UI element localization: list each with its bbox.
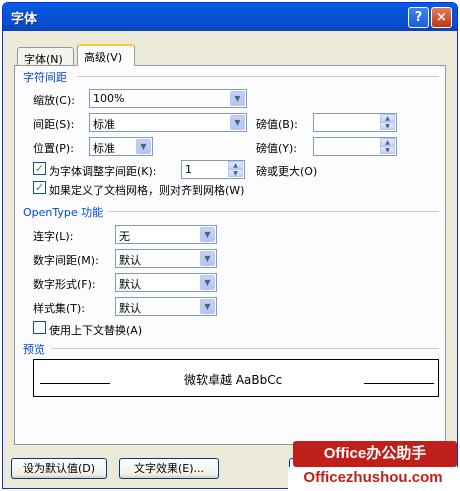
ligatures-label: 连字(L):: [33, 230, 74, 243]
kerning-spinner[interactable]: 1 ▲ ▼: [181, 160, 245, 179]
position-value: 标准: [93, 142, 115, 155]
contextual-label: 使用上下文替换(A): [49, 324, 143, 337]
preview-baseline-left: [40, 383, 110, 384]
kerning-checkbox[interactable]: ✓: [33, 162, 46, 175]
title-bar: 字体 ? ×: [3, 3, 457, 31]
spacing-label: 间距(S):: [33, 118, 75, 131]
num-forms-value: 默认: [119, 278, 141, 291]
num-spacing-dropdown[interactable]: 默认 ▼: [115, 249, 217, 268]
grid-label: 如果定义了文档网格，则对齐到网格(W): [49, 184, 245, 197]
text-effects-button[interactable]: 文字效果(E)...: [119, 458, 219, 479]
ligatures-dropdown[interactable]: 无 ▼: [115, 225, 217, 244]
font-dialog: 字体 ? × 字体(N) 高级(V) 字符间距 缩放(C): 100% ▼ 间距…: [2, 2, 458, 489]
position-pt-spinner[interactable]: ▲ ▼: [313, 137, 397, 156]
preview-heading: 预览: [23, 343, 45, 356]
close-button[interactable]: ×: [431, 7, 452, 28]
set-default-button[interactable]: 设为默认值(D): [11, 458, 107, 479]
spin-up-icon[interactable]: ▲: [228, 161, 243, 169]
chevron-down-icon[interactable]: ▼: [200, 299, 215, 314]
opentype-heading: OpenType 功能: [23, 206, 104, 219]
num-forms-dropdown[interactable]: 默认 ▼: [115, 273, 217, 292]
spin-up-icon[interactable]: ▲: [380, 138, 395, 146]
tab-font[interactable]: 字体(N): [17, 47, 74, 66]
position-pt-label: 磅值(Y):: [256, 142, 298, 155]
char-spacing-heading: 字符间距: [23, 71, 67, 84]
scale-value: 100%: [93, 92, 125, 105]
chevron-down-icon[interactable]: ▼: [230, 115, 245, 130]
contextual-checkbox[interactable]: [33, 321, 46, 334]
dialog-title: 字体: [11, 12, 38, 27]
scale-dropdown[interactable]: 100% ▼: [89, 89, 247, 108]
ligatures-value: 无: [119, 230, 130, 243]
spin-down-icon[interactable]: ▼: [380, 146, 395, 154]
spin-down-icon[interactable]: ▼: [228, 169, 243, 177]
preview-box: 微软卓越 AaBbCc: [33, 359, 439, 397]
kerning-label: 为字体调整字间距(K):: [49, 165, 157, 178]
stylistic-value: 默认: [119, 302, 141, 315]
num-spacing-value: 默认: [119, 254, 141, 267]
chevron-down-icon[interactable]: ▼: [136, 139, 151, 154]
divider: [51, 348, 439, 349]
scale-label: 缩放(C):: [33, 94, 75, 107]
divider: [107, 211, 439, 212]
position-dropdown[interactable]: 标准 ▼: [89, 137, 153, 156]
kerning-value: 1: [185, 163, 192, 176]
spacing-pt-spinner[interactable]: ▲ ▼: [313, 113, 397, 132]
stylistic-label: 样式集(T):: [33, 302, 86, 315]
watermark-site: Officezhushou.com: [288, 467, 458, 489]
position-label: 位置(P):: [33, 142, 74, 155]
spin-up-icon[interactable]: ▲: [380, 114, 395, 122]
chevron-down-icon[interactable]: ▼: [230, 91, 245, 106]
watermark-brand: Office办公助手: [293, 441, 457, 467]
num-forms-label: 数字形式(F):: [33, 278, 96, 291]
divider: [77, 76, 439, 77]
preview-baseline-right: [364, 383, 434, 384]
spin-down-icon[interactable]: ▼: [380, 122, 395, 130]
help-button[interactable]: ?: [408, 7, 429, 28]
tab-advanced[interactable]: 高级(V): [77, 44, 135, 66]
preview-text: 微软卓越 AaBbCc: [184, 373, 283, 387]
spacing-value: 标准: [93, 118, 115, 131]
spacing-pt-label: 磅值(B):: [256, 118, 298, 131]
spacing-dropdown[interactable]: 标准 ▼: [89, 113, 247, 132]
chevron-down-icon[interactable]: ▼: [200, 275, 215, 290]
kerning-suffix: 磅或更大(O): [256, 165, 318, 178]
stylistic-dropdown[interactable]: 默认 ▼: [115, 297, 217, 316]
grid-checkbox[interactable]: ✓: [33, 181, 46, 194]
chevron-down-icon[interactable]: ▼: [200, 227, 215, 242]
chevron-down-icon[interactable]: ▼: [200, 251, 215, 266]
num-spacing-label: 数字间距(M):: [33, 254, 99, 267]
